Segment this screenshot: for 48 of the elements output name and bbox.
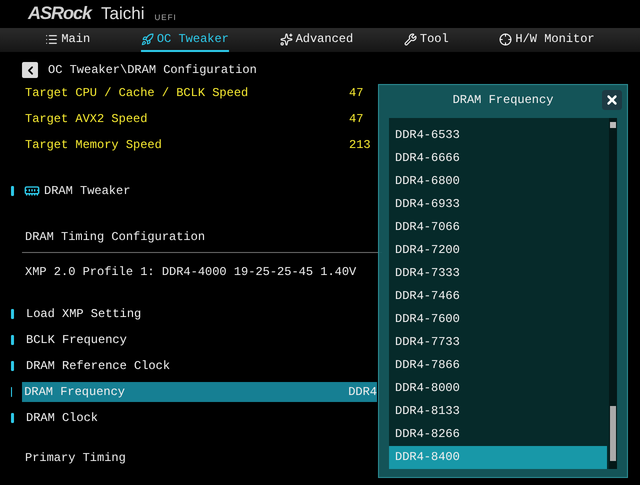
option-item[interactable]: DDR4-6933: [389, 193, 607, 216]
option-item[interactable]: DDR4-8266: [389, 423, 607, 446]
option-item[interactable]: DDR4-6800: [389, 170, 607, 193]
option-item[interactable]: DDR4-7466: [389, 285, 607, 308]
option-item[interactable]: DDR4-8133: [389, 400, 607, 423]
wrench-icon: [404, 32, 417, 46]
option-item[interactable]: DDR4-7200: [389, 239, 607, 262]
tab[interactable]: OC Tweaker: [140, 28, 229, 52]
list-icon: [45, 32, 58, 46]
dialog-title: DRAM Frequency: [452, 92, 554, 106]
setting-item[interactable]: Load XMP Setting: [24, 304, 377, 324]
setting-item[interactable]: DRAM Clock: [24, 408, 377, 428]
section-heading: Primary Timing: [25, 451, 126, 465]
back-button[interactable]: [22, 62, 38, 78]
rocket-icon: [140, 32, 154, 46]
target-value: 47: [349, 112, 364, 126]
section-link[interactable]: DRAM Tweaker: [44, 184, 130, 198]
crosshair-icon: [499, 32, 512, 46]
setting-item[interactable]: DRAM Reference Clock: [24, 356, 377, 376]
setting-item[interactable]: BCLK Frequency: [24, 330, 377, 350]
sparkle-icon: [280, 32, 293, 46]
section-heading: DRAM Timing Configuration: [25, 230, 206, 244]
option-item[interactable]: DDR4-7600: [389, 308, 607, 331]
target-label: Target AVX2 Speed: [25, 112, 148, 126]
option-item[interactable]: DDR4-6533: [389, 124, 607, 147]
option-item[interactable]: DDR4-7066: [389, 216, 607, 239]
brand-logo: ASRock: [28, 3, 92, 24]
target-value: 213: [349, 138, 371, 152]
option-item[interactable]: DDR4-7733: [389, 331, 607, 354]
firmware-label: UEFI: [154, 13, 177, 24]
scrollbar[interactable]: [609, 118, 617, 469]
option-item[interactable]: DDR4-7333: [389, 262, 607, 285]
xmp-profile-text: XMP 2.0 Profile 1: DDR4-4000 19-25-25-45 1.40V: [25, 265, 356, 279]
tab[interactable]: Main: [45, 28, 90, 52]
target-value: 47: [349, 86, 364, 100]
tab[interactable]: H/W Monitor: [499, 28, 595, 52]
option-item[interactable]: DDR4-8000: [389, 377, 607, 400]
tab[interactable]: Advanced: [280, 28, 354, 52]
target-label: Target CPU / Cache / BCLK Speed: [25, 86, 250, 100]
setting-item[interactable]: DRAM Frequency DDR4: [22, 382, 377, 402]
target-label: Target Memory Speed: [25, 138, 163, 152]
tab[interactable]: Tool: [404, 28, 449, 52]
model-name: Taichi: [101, 4, 144, 24]
option-item[interactable]: DDR4-6666: [389, 147, 607, 170]
option-item[interactable]: DDR4-7866: [389, 354, 607, 377]
breadcrumb: OC Tweaker\DRAM Configuration: [48, 63, 257, 77]
close-button[interactable]: [602, 90, 622, 110]
close-icon: [605, 93, 619, 107]
